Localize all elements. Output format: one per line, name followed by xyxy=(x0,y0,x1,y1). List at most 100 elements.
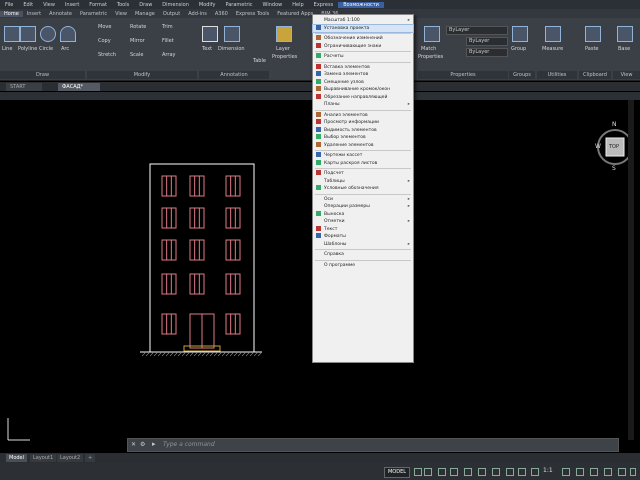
ribbon-tab-0[interactable]: Home xyxy=(0,10,23,17)
properties-panel-title[interactable]: Properties xyxy=(418,71,508,79)
dropdown-item-4[interactable]: Ограничивающие знаки xyxy=(313,42,413,50)
dropdown-item-13[interactable]: Планы ▸ xyxy=(313,101,413,108)
dropdown-item-34[interactable]: Шаблоны ▸ xyxy=(313,241,413,248)
dimension-tool-label[interactable]: Dimension xyxy=(218,46,245,52)
ribbon-tab-1[interactable]: Insert xyxy=(23,11,45,17)
annotation-panel-title[interactable]: Annotation xyxy=(199,71,269,79)
layer-properties-icon[interactable] xyxy=(276,26,292,42)
circle-icon[interactable] xyxy=(40,26,56,42)
match-properties-label[interactable]: Properties xyxy=(418,54,443,60)
menu-item-5[interactable]: Tools xyxy=(112,2,134,8)
snap-icon[interactable] xyxy=(424,468,432,476)
groups-panel-title[interactable]: Groups xyxy=(509,71,535,79)
dropdown-item-9[interactable]: Замена элементов xyxy=(313,71,413,78)
ribbon-tab-5[interactable]: Manage xyxy=(131,11,159,17)
base-tool-label[interactable]: Base xyxy=(618,46,630,52)
dropdown-item-28[interactable]: Оси ▸ xyxy=(313,196,413,203)
ribbon-tab-6[interactable]: Output xyxy=(159,11,184,17)
annotation-visibility-icon[interactable] xyxy=(562,468,570,476)
clean-screen-icon[interactable] xyxy=(618,468,626,476)
tab-layout2[interactable]: Layout2 xyxy=(57,454,84,462)
viewcube-west[interactable]: W xyxy=(595,143,601,150)
menu-item-11[interactable]: Help xyxy=(287,2,308,8)
utilities-panel-title[interactable]: Utilities xyxy=(537,71,577,79)
tab-model[interactable]: Model xyxy=(6,454,28,462)
clipboard-panel-title[interactable]: Clipboard xyxy=(579,71,611,79)
ribbon-tab-4[interactable]: View xyxy=(111,11,131,17)
menu-item-13[interactable]: Возможности xyxy=(338,1,384,8)
lineweight-icon[interactable] xyxy=(506,468,514,476)
polyline-tool-label[interactable]: Polyline xyxy=(18,46,37,52)
line-tool-label[interactable]: Line xyxy=(2,46,12,52)
viewcube-top-label[interactable]: TOP xyxy=(609,144,619,150)
dropdown-item-29[interactable]: Операции размеры ▸ xyxy=(313,203,413,210)
text-icon[interactable] xyxy=(202,26,218,42)
base-view-icon[interactable] xyxy=(617,26,633,42)
rotate-tool[interactable]: Rotate xyxy=(130,24,146,30)
vertical-scrollbar[interactable] xyxy=(628,100,634,440)
osnap-icon[interactable] xyxy=(478,468,486,476)
dropdown-item-0[interactable]: Масштаб 1:100 ▸ xyxy=(313,17,413,24)
model-space-button[interactable]: MODEL xyxy=(384,467,410,478)
layer-properties-label[interactable]: Properties xyxy=(272,54,297,60)
close-icon[interactable]: ✕ xyxy=(131,441,136,448)
layer-tool-label[interactable]: Layer xyxy=(276,46,290,52)
menu-item-6[interactable]: Draw xyxy=(134,2,157,8)
dropdown-item-33[interactable]: Форматы xyxy=(313,233,413,240)
dropdown-item-6[interactable]: Расчеты xyxy=(313,53,413,60)
mirror-tool[interactable]: Mirror xyxy=(130,38,145,44)
dropdown-item-16[interactable]: Просмотр информации xyxy=(313,119,413,126)
trim-tool[interactable]: Trim xyxy=(162,24,173,30)
command-input[interactable]: Type a command xyxy=(163,441,215,448)
lineweight-dropdown[interactable]: ByLayer xyxy=(466,48,508,57)
menu-item-2[interactable]: View xyxy=(38,2,60,8)
match-label[interactable]: Match xyxy=(421,46,436,52)
measure-tool-label[interactable]: Measure xyxy=(542,46,563,52)
dropdown-item-30[interactable]: Выноска xyxy=(313,210,413,218)
customization-icon[interactable] xyxy=(630,468,636,476)
menu-item-8[interactable]: Modify xyxy=(194,2,221,8)
dropdown-item-10[interactable]: Смещение узлов xyxy=(313,78,413,86)
isolate-objects-icon[interactable] xyxy=(590,468,598,476)
group-tool-label[interactable]: Group xyxy=(511,46,526,52)
viewcube-north[interactable]: N xyxy=(612,121,617,128)
menu-item-12[interactable]: Express xyxy=(309,2,339,8)
dropdown-item-12[interactable]: Обрезание направляющей xyxy=(313,93,413,101)
text-tool-label[interactable]: Text xyxy=(202,46,212,52)
menu-item-7[interactable]: Dimension xyxy=(157,2,194,8)
color-dropdown[interactable]: ByLayer xyxy=(446,26,508,35)
doc-tab-facade[interactable]: ФАСАД* xyxy=(58,83,100,91)
menu-item-10[interactable]: Window xyxy=(258,2,288,8)
wrench-icon[interactable]: ⚙ xyxy=(140,441,145,448)
dropdown-item-18[interactable]: Выбор элементов xyxy=(313,134,413,141)
group-icon[interactable] xyxy=(512,26,528,42)
stretch-tool[interactable]: Stretch xyxy=(98,52,116,58)
dimension-icon[interactable] xyxy=(224,26,240,42)
dropdown-item-8[interactable]: Вставка элементов xyxy=(313,63,413,71)
linetype-dropdown[interactable]: ByLayer xyxy=(466,37,508,46)
measure-icon[interactable] xyxy=(545,26,561,42)
menu-item-9[interactable]: Parametric xyxy=(220,2,257,8)
table-tool[interactable]: Table xyxy=(253,58,266,64)
dropdown-item-31[interactable]: Отметки ▸ xyxy=(313,218,413,225)
fillet-tool[interactable]: Fillet xyxy=(162,38,174,44)
arc-icon[interactable] xyxy=(60,26,76,42)
dropdown-item-24[interactable]: Подсчет xyxy=(313,170,413,177)
transparency-icon[interactable] xyxy=(518,468,526,476)
otrack-icon[interactable] xyxy=(492,468,500,476)
copy-tool[interactable]: Copy xyxy=(98,38,111,44)
dropdown-item-21[interactable]: Чертежи кассет xyxy=(313,152,413,159)
dropdown-item-17[interactable]: Видимость элементов xyxy=(313,126,413,134)
dropdown-item-26[interactable]: Условные обозначения xyxy=(313,185,413,192)
dropdown-item-1[interactable]: Установка проекта xyxy=(312,23,414,33)
view-panel-title[interactable]: View xyxy=(613,71,640,79)
annotation-scale-value[interactable]: 1:1 xyxy=(543,467,553,474)
polar-icon[interactable] xyxy=(450,468,458,476)
array-tool[interactable]: Array xyxy=(162,52,175,58)
menu-item-4[interactable]: Format xyxy=(84,2,112,8)
ribbon-tab-7[interactable]: Add-ins xyxy=(184,11,211,17)
polyline-icon[interactable] xyxy=(20,26,36,42)
dropdown-item-3[interactable]: Обозначение изменений xyxy=(313,35,413,42)
circle-tool-label[interactable]: Circle xyxy=(39,46,53,52)
workspace-gear-icon[interactable] xyxy=(576,468,584,476)
